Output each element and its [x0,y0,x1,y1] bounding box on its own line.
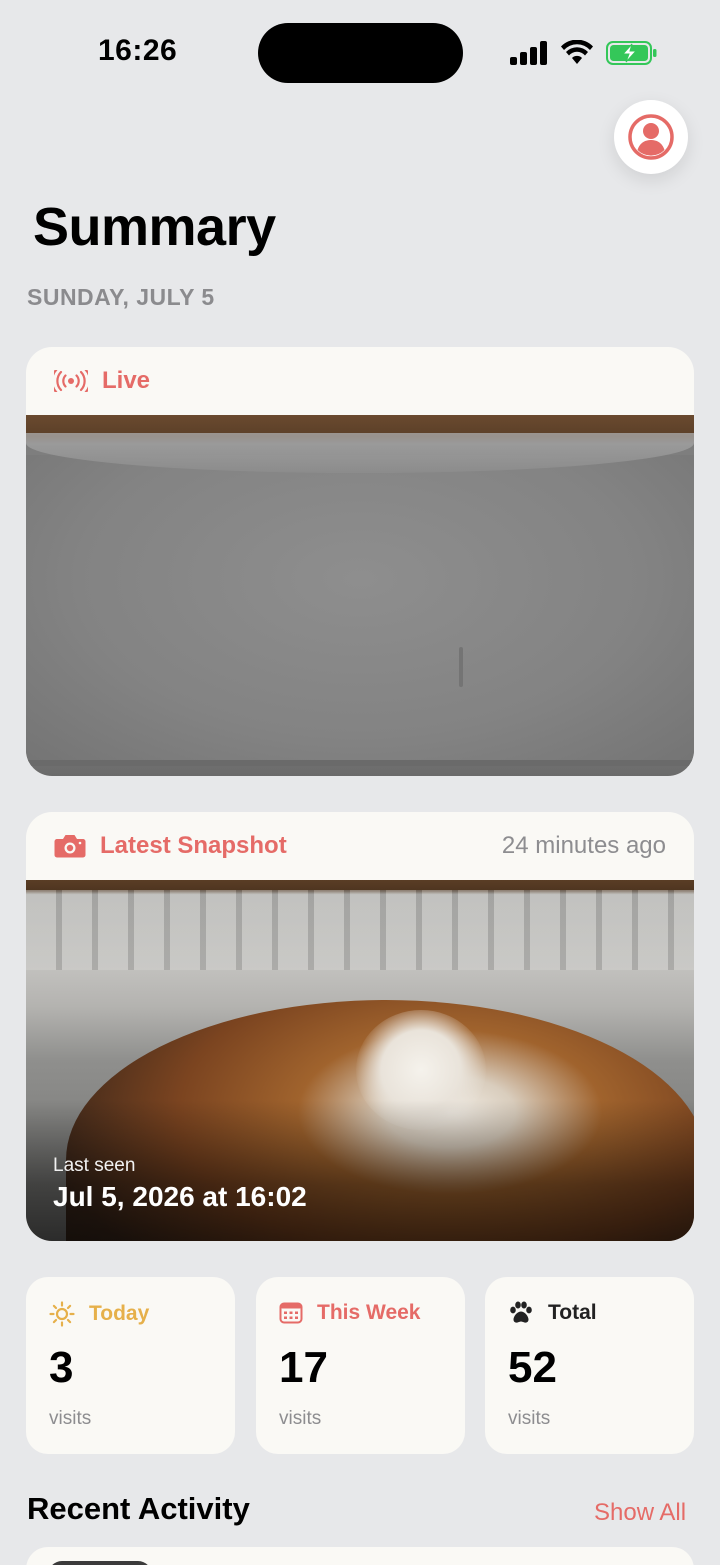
calendar-icon [279,1302,303,1324]
stat-today-label: Today [89,1302,150,1325]
status-time: 16:26 [98,34,178,67]
last-seen-label: Last seen [53,1155,136,1176]
recent-activity-title: Recent Activity [27,1491,250,1526]
stat-week-unit: visits [279,1408,322,1429]
stat-week-label: This Week [317,1301,421,1324]
snapshot-image[interactable]: Last seen Jul 5, 2026 at 16:02 [26,880,694,1241]
stat-today-header: Today [49,1301,149,1327]
dynamic-island [258,23,463,83]
profile-button[interactable] [614,100,688,174]
stat-week-header: This Week [279,1301,420,1325]
activity-list-item[interactable] [26,1547,694,1565]
live-card-header: Live [26,347,694,415]
stat-today-unit: visits [49,1408,92,1429]
stat-today[interactable]: Today 3 visits [26,1277,235,1454]
activity-thumbnail [48,1561,152,1565]
status-icons [510,38,658,68]
status-bar: 16:26 [0,0,720,100]
snapshot-time-ago: 24 minutes ago [501,832,666,859]
stat-week-value: 17 [279,1343,328,1392]
live-camera-feed[interactable] [26,415,694,776]
stat-total-header: Total [508,1301,597,1325]
stat-today-value: 3 [49,1343,74,1392]
stat-total-value: 52 [508,1343,557,1392]
snapshot-label: Latest Snapshot [100,832,287,859]
snapshot-card-header: Latest Snapshot 24 minutes ago [26,812,694,880]
person-circle-icon [628,114,674,160]
snapshot-card[interactable]: Latest Snapshot 24 minutes ago Last seen… [26,812,694,1241]
wifi-icon [561,40,593,64]
feed-speck [459,647,463,687]
page-date: SUNDAY, JULY 5 [27,284,215,310]
live-card[interactable]: Live [26,347,694,776]
live-label: Live [102,367,151,394]
feed-basin [26,455,694,765]
page-title: Summary [33,197,276,257]
battery-charging-icon [606,41,657,65]
stat-total-unit: visits [508,1408,551,1429]
signal-icon [510,41,547,65]
broadcast-icon [54,370,88,392]
sun-icon [49,1301,75,1327]
paw-icon [510,1301,532,1323]
snapshot-bars [26,890,694,970]
last-seen-value: Jul 5, 2026 at 16:02 [53,1181,307,1212]
camera-icon [54,835,86,858]
stat-this-week[interactable]: This Week 17 visits [256,1277,465,1454]
feed-edge [26,760,694,766]
stat-total-label: Total [548,1301,597,1324]
show-all-link[interactable]: Show All [594,1499,686,1527]
stat-total[interactable]: Total 52 visits [485,1277,694,1454]
